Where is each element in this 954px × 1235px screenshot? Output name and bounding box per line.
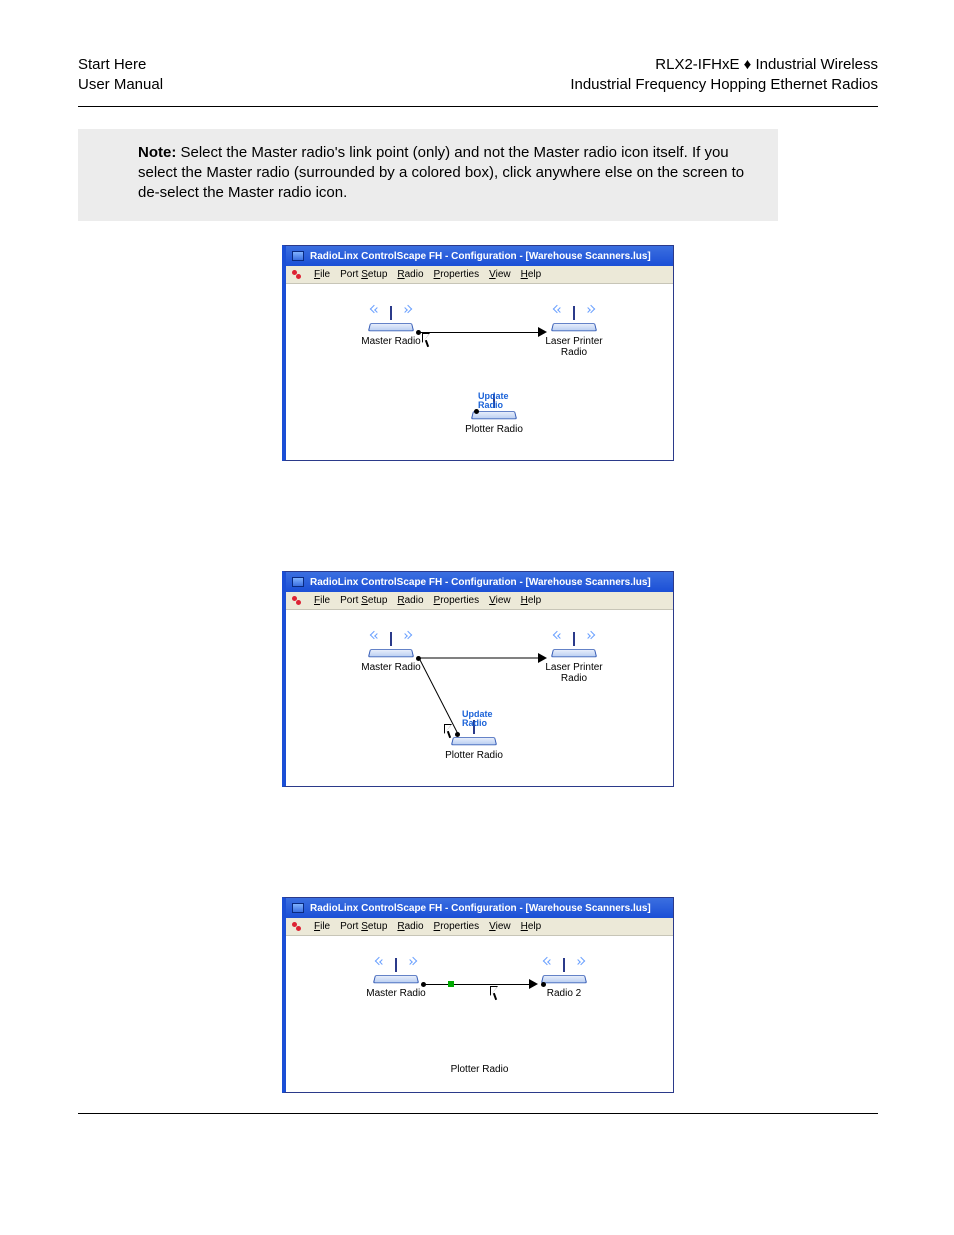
app-icon <box>292 251 304 261</box>
link-line[interactable] <box>424 984 532 985</box>
menu-file[interactable]: File <box>314 595 330 606</box>
header-left-line1: Start Here <box>78 56 146 73</box>
menu-radio[interactable]: Radio <box>397 595 423 606</box>
plotter-radio-label: Plotter Radio <box>464 424 524 435</box>
laser-printer-radio-node[interactable]: Laser Printer Radio <box>544 632 604 684</box>
menu-help[interactable]: Help <box>521 269 542 280</box>
doc-icon <box>292 922 304 932</box>
diagram-canvas-1[interactable]: Master Radio Laser Printer Radio <box>286 284 673 460</box>
menu-view[interactable]: View <box>489 921 511 932</box>
antenna-icon <box>366 958 426 974</box>
radio-box-icon <box>373 975 419 983</box>
antenna-icon <box>534 958 594 974</box>
radio-box-icon <box>451 737 497 745</box>
window-title: RadioLinx ControlScape FH - Configuratio… <box>310 577 651 588</box>
footer-rule <box>78 1113 878 1114</box>
titlebar[interactable]: RadioLinx ControlScape FH - Configuratio… <box>286 898 673 918</box>
laser-printer-radio-label: Laser Printer Radio <box>544 336 604 358</box>
cursor-icon <box>490 986 502 1002</box>
menu-properties[interactable]: Properties <box>434 595 480 606</box>
app-window-1: RadioLinx ControlScape FH - Configuratio… <box>282 245 674 461</box>
header-right-line1: RLX2-IFHxE ♦ Industrial Wireless <box>655 56 878 73</box>
menu-file[interactable]: File <box>314 269 330 280</box>
radio-box-icon <box>551 649 597 657</box>
radio-2-label: Radio 2 <box>534 988 594 999</box>
note-box: Note: Select the Master radio's link poi… <box>78 129 778 222</box>
window-title: RadioLinx ControlScape FH - Configuratio… <box>310 903 651 914</box>
link-arrow-icon <box>529 979 538 989</box>
master-radio-label: Master Radio <box>361 336 421 347</box>
app-window-2: RadioLinx ControlScape FH - Configuratio… <box>282 571 674 787</box>
master-radio-node[interactable]: Master Radio <box>366 958 426 999</box>
header-left-line2: User Manual <box>78 76 163 93</box>
menu-file[interactable]: File <box>314 921 330 932</box>
menu-port-setup[interactable]: Port Setup <box>340 921 387 932</box>
master-radio-label: Master Radio <box>361 662 421 673</box>
menu-view[interactable]: View <box>489 269 511 280</box>
laser-printer-radio-label: Laser Printer Radio <box>544 662 604 684</box>
plotter-radio-label: Plotter Radio <box>286 1064 673 1075</box>
header-right: RLX2-IFHxE ♦ Industrial Wireless Industr… <box>570 55 878 96</box>
doc-icon <box>292 270 304 280</box>
page-header: Start Here User Manual RLX2-IFHxE ♦ Indu… <box>78 55 878 106</box>
antenna-icon <box>361 632 421 648</box>
link-midpoint-handle[interactable] <box>448 981 454 987</box>
radio-box-icon <box>541 975 587 983</box>
update-radio-label: Update Radio <box>478 392 509 410</box>
header-right-line2: Industrial Frequency Hopping Ethernet Ra… <box>570 76 878 93</box>
note-text: Select the Master radio's link point (on… <box>138 144 744 202</box>
menu-help[interactable]: Help <box>521 921 542 932</box>
menu-radio[interactable]: Radio <box>397 921 423 932</box>
menu-radio[interactable]: Radio <box>397 269 423 280</box>
menu-help[interactable]: Help <box>521 595 542 606</box>
diagram-canvas-2[interactable]: Master Radio Laser Printer Radio <box>286 610 673 786</box>
master-radio-node[interactable]: Master Radio <box>361 632 421 673</box>
menu-properties[interactable]: Properties <box>434 921 480 932</box>
cursor-icon <box>422 333 434 349</box>
master-radio-node[interactable]: Master Radio <box>361 306 421 347</box>
menu-view[interactable]: View <box>489 595 511 606</box>
menubar: File Port Setup Radio Properties View He… <box>286 266 673 284</box>
menubar: File Port Setup Radio Properties View He… <box>286 592 673 610</box>
antenna-icon <box>544 632 604 648</box>
radio-box-icon <box>368 649 414 657</box>
menubar: File Port Setup Radio Properties View He… <box>286 918 673 936</box>
plotter-radio-label: Plotter Radio <box>444 750 504 761</box>
laser-printer-radio-node[interactable]: Laser Printer Radio <box>544 306 604 358</box>
radio-box-icon <box>551 323 597 331</box>
note-label: Note: <box>138 144 176 161</box>
diagram-canvas-3[interactable]: Master Radio Radio 2 Plotter <box>286 936 673 1092</box>
titlebar[interactable]: RadioLinx ControlScape FH - Configuratio… <box>286 246 673 266</box>
antenna-icon <box>361 306 421 322</box>
app-window-3: RadioLinx ControlScape FH - Configuratio… <box>282 897 674 1093</box>
doc-icon <box>292 596 304 606</box>
link-arrow-icon <box>538 327 547 337</box>
menu-port-setup[interactable]: Port Setup <box>340 269 387 280</box>
app-icon <box>292 903 304 913</box>
titlebar[interactable]: RadioLinx ControlScape FH - Configuratio… <box>286 572 673 592</box>
app-icon <box>292 577 304 587</box>
header-left: Start Here User Manual <box>78 55 163 96</box>
menu-properties[interactable]: Properties <box>434 269 480 280</box>
antenna-icon <box>544 306 604 322</box>
master-radio-label: Master Radio <box>366 988 426 999</box>
menu-port-setup[interactable]: Port Setup <box>340 595 387 606</box>
cursor-icon <box>444 724 456 740</box>
figures-container: RadioLinx ControlScape FH - Configuratio… <box>78 245 878 1093</box>
radio-box-icon <box>368 323 414 331</box>
update-radio-label: Update Radio <box>462 710 493 728</box>
radio-2-node[interactable]: Radio 2 <box>534 958 594 999</box>
link-line[interactable] <box>419 332 541 333</box>
link-arrow-icon <box>538 653 547 663</box>
header-rule <box>78 106 878 107</box>
window-title: RadioLinx ControlScape FH - Configuratio… <box>310 251 651 262</box>
